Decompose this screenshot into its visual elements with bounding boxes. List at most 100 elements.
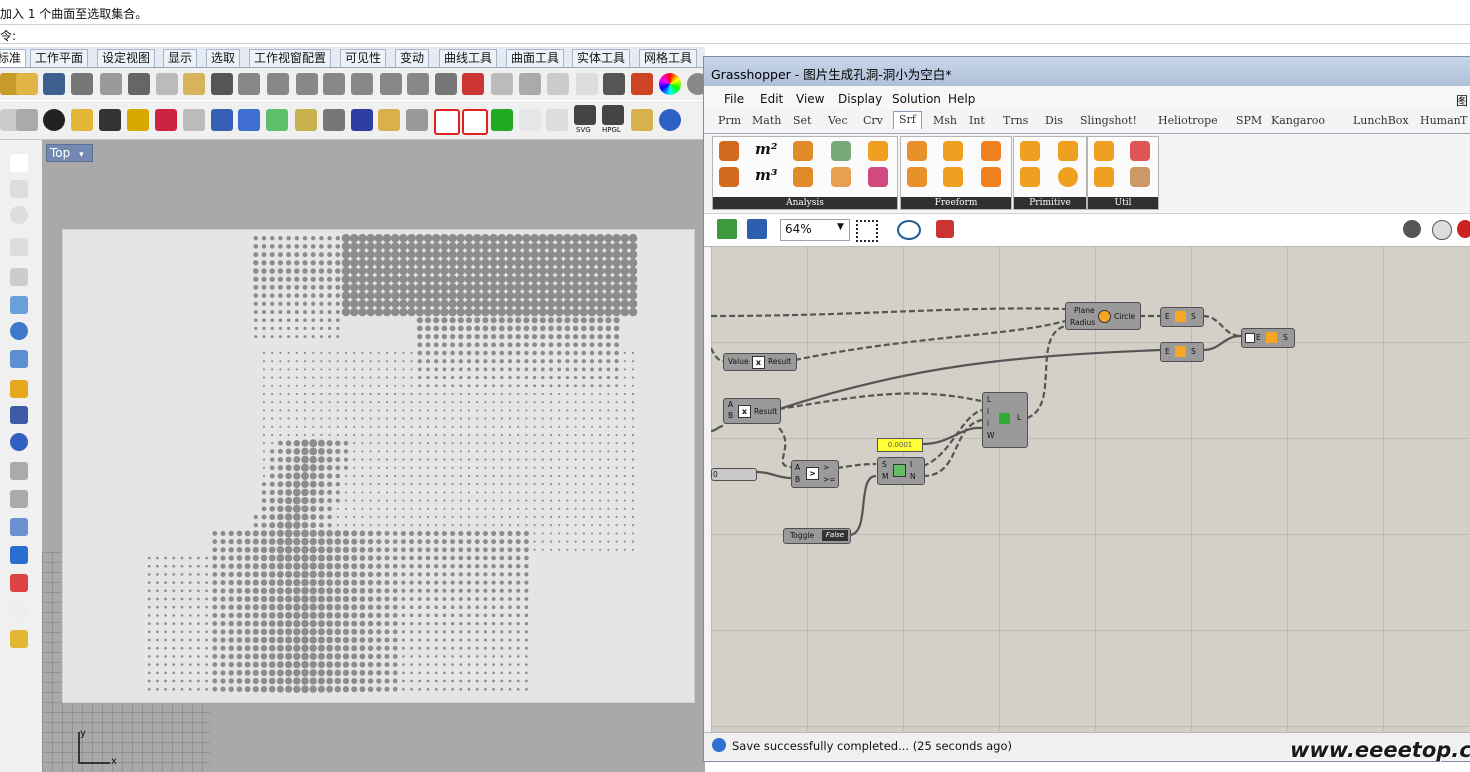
number-panel[interactable]: 0.0001 [877, 438, 923, 452]
grasshopper-icon[interactable] [351, 109, 373, 131]
menu-display[interactable]: Display [838, 92, 882, 106]
surface-param-1[interactable]: E S [1160, 307, 1204, 327]
tab-slingshot[interactable]: Slingshot! [1080, 114, 1137, 127]
preview-selected-icon[interactable] [1457, 220, 1470, 238]
volume-m3-icon[interactable]: m³ [755, 166, 777, 184]
number-slider[interactable]: 0 [711, 468, 757, 481]
transform-icon[interactable] [211, 109, 233, 131]
polyline-icon[interactable] [10, 180, 28, 198]
larger-than-component[interactable]: A B > > >= [791, 460, 839, 488]
evaluate-icon[interactable] [793, 141, 813, 161]
boolean-toggle[interactable]: Toggle False [783, 528, 851, 544]
open-folder-icon-2[interactable] [631, 109, 653, 131]
notes-icon[interactable] [16, 109, 38, 131]
tab-msh[interactable]: Msh [933, 114, 957, 127]
save-hpgl-icon[interactable] [602, 105, 624, 125]
brep-topology-icon[interactable] [831, 167, 851, 187]
help-icon[interactable] [659, 109, 681, 131]
tab-lunchbox[interactable]: LunchBox [1353, 114, 1409, 127]
tab-dis[interactable]: Dis [1045, 114, 1063, 127]
rotate-view-icon[interactable] [267, 73, 289, 95]
save-svg-icon[interactable] [574, 105, 596, 125]
sketch-pen-icon[interactable] [936, 220, 954, 238]
open-file-icon[interactable] [717, 219, 737, 239]
viewport-label[interactable]: Top ▾ [46, 144, 93, 162]
box-primitive-icon[interactable] [1020, 141, 1040, 161]
select-icon[interactable] [519, 73, 541, 95]
tab-spm[interactable]: SPM [1236, 114, 1262, 127]
command-prompt[interactable]: 令: [0, 25, 1470, 44]
menu-file[interactable]: File [724, 92, 744, 106]
boundary-surface-icon[interactable] [907, 141, 927, 161]
bounding-box-icon[interactable] [434, 109, 460, 135]
preview-eye-icon[interactable] [897, 220, 921, 240]
ribbon-caption-primitive[interactable]: Primitive [1014, 197, 1086, 209]
sweep-icon[interactable] [981, 167, 1001, 187]
list-item-component[interactable]: L i i W L [982, 392, 1028, 448]
cylinder-icon[interactable] [1058, 141, 1078, 161]
surface-param-3[interactable]: E S [1241, 328, 1295, 348]
perforated-plane[interactable] [62, 229, 695, 703]
viewport-menu-chevron-icon[interactable]: ▾ [79, 150, 84, 160]
tab-curve-tools[interactable]: 曲线工具 [439, 49, 498, 67]
zoom-window-icon[interactable] [323, 73, 345, 95]
point-icon[interactable] [10, 154, 28, 172]
step-12-icon[interactable] [43, 109, 65, 131]
expression-2[interactable]: A B x Result [723, 398, 781, 424]
color-wheel-icon[interactable] [659, 73, 681, 95]
tab-trns[interactable]: Trns [1003, 114, 1028, 127]
paste-icon[interactable] [183, 73, 205, 95]
pointer-icon[interactable] [323, 109, 345, 131]
preview-wire-icon[interactable] [1432, 220, 1452, 240]
render-icon[interactable] [10, 630, 28, 648]
ribbon-caption-util[interactable]: Util [1088, 197, 1158, 209]
tab-visibility[interactable]: 可见性 [340, 49, 387, 67]
tab-transform[interactable]: 变动 [395, 49, 430, 67]
box-solid-icon[interactable] [238, 109, 260, 131]
crop-icon[interactable] [546, 109, 568, 131]
curve-icon[interactable] [10, 268, 28, 286]
grid-ruler-icon[interactable] [10, 546, 28, 564]
tab-math[interactable]: Math [752, 114, 781, 127]
save-icon[interactable] [43, 73, 65, 95]
zoom-icon[interactable] [296, 73, 318, 95]
area-icon[interactable] [719, 141, 739, 161]
tab-vec[interactable]: Vec [828, 114, 848, 127]
surface-icon[interactable] [10, 350, 28, 368]
expression-1[interactable]: Value x Result [723, 353, 797, 371]
circle-component[interactable]: Plane Radius Circle [1065, 302, 1141, 330]
tab-srf[interactable]: Srf [893, 111, 922, 129]
zoom-extents-icon[interactable] [351, 73, 373, 95]
tab-display[interactable]: 显示 [163, 49, 198, 67]
print-icon[interactable] [71, 73, 93, 95]
layers-icon[interactable] [631, 73, 653, 95]
sphere-icon[interactable] [10, 322, 28, 340]
fillet-icon[interactable] [10, 296, 28, 314]
grid-snap-icon[interactable] [462, 109, 488, 135]
sphere-primitive-icon[interactable] [1058, 167, 1078, 187]
info-icon[interactable] [99, 109, 121, 131]
menu-edit[interactable]: Edit [760, 92, 783, 106]
tab-set-view[interactable]: 设定视图 [97, 49, 156, 67]
surface-param-2[interactable]: E S [1160, 342, 1204, 362]
tab-solid-tools[interactable]: 实体工具 [572, 49, 631, 67]
extrude-icon[interactable] [10, 380, 28, 398]
brep-join-icon[interactable] [1130, 141, 1150, 161]
cut-icon[interactable] [128, 73, 150, 95]
cap-holes-icon[interactable] [1130, 167, 1150, 187]
car-render-icon[interactable] [462, 73, 484, 95]
import-icon[interactable] [100, 73, 122, 95]
ribbon-caption-freeform[interactable]: Freeform [901, 197, 1011, 209]
tab-mesh-tools[interactable]: 网格工具 [639, 49, 698, 67]
gh-canvas[interactable]: Plane Radius Circle E S E S E S Value x … [711, 246, 1470, 731]
layer-state-icon[interactable] [378, 109, 400, 131]
dimension-icon[interactable] [10, 518, 28, 536]
points-icon[interactable] [547, 73, 569, 95]
open-folder-icon[interactable] [16, 73, 38, 95]
zoom-extents-gh-icon[interactable] [856, 220, 878, 242]
volume-icon[interactable] [719, 167, 739, 187]
move-icon[interactable] [10, 490, 28, 508]
check-object-icon[interactable] [491, 109, 513, 131]
surface-closest-icon[interactable] [793, 167, 813, 187]
dimensions-icon[interactable] [868, 141, 888, 161]
